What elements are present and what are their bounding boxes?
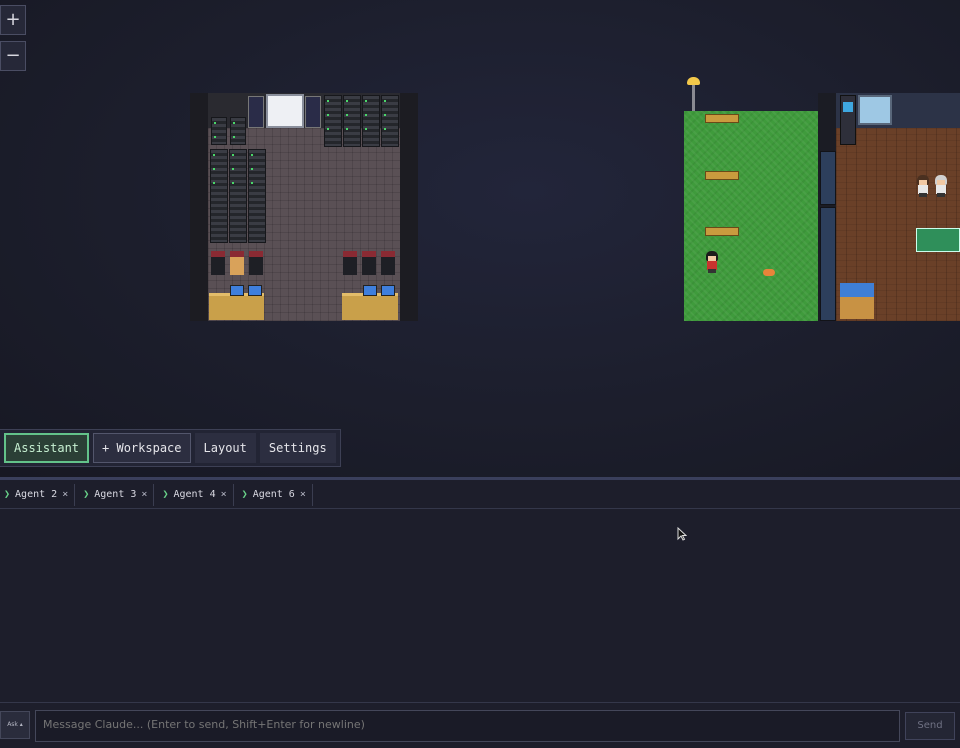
chevron-right-icon: ❯ bbox=[241, 489, 248, 500]
code-poster bbox=[248, 96, 264, 128]
office-chair bbox=[249, 251, 263, 275]
computer-monitor bbox=[248, 285, 262, 296]
agent-character[interactable] bbox=[230, 251, 244, 275]
tab-assistant[interactable]: Assistant bbox=[4, 433, 90, 463]
send-button[interactable]: Send bbox=[905, 712, 955, 740]
mode-selector[interactable]: Ask ▴ bbox=[0, 711, 30, 739]
office-map-canvas[interactable]: + − bbox=[0, 0, 960, 477]
server-rack bbox=[324, 95, 342, 147]
window bbox=[858, 95, 892, 125]
view-toolbar: Assistant + Workspace Layout Settings bbox=[0, 429, 341, 467]
file-cabinet bbox=[230, 117, 246, 145]
ping-pong-table bbox=[916, 228, 960, 252]
close-icon[interactable]: × bbox=[141, 484, 147, 506]
tab-layout[interactable]: Layout bbox=[194, 433, 256, 463]
bench bbox=[705, 227, 739, 236]
agent-character[interactable] bbox=[916, 175, 930, 197]
agent-tab-strip: ❯ Agent 2 × ❯ Agent 3 × ❯ Agent 4 × ❯ Ag… bbox=[0, 484, 960, 509]
server-rack bbox=[229, 149, 247, 243]
message-input[interactable] bbox=[35, 710, 900, 742]
office-chair bbox=[343, 251, 357, 275]
server-rack bbox=[381, 95, 399, 147]
server-room bbox=[190, 93, 418, 321]
agent-tab-label: Agent 4 bbox=[173, 489, 216, 500]
office-chair bbox=[211, 251, 225, 275]
chevron-right-icon: ❯ bbox=[4, 489, 11, 500]
cat[interactable] bbox=[763, 269, 775, 276]
file-cabinet bbox=[211, 117, 227, 145]
office-chair bbox=[362, 251, 376, 275]
lamp-light bbox=[687, 77, 700, 85]
mouse-cursor-icon bbox=[677, 527, 687, 541]
computer-monitor bbox=[381, 285, 395, 296]
agent-tab[interactable]: ❯ Agent 4 × bbox=[154, 484, 234, 506]
zoom-out-button[interactable]: − bbox=[0, 41, 26, 71]
garden-area bbox=[684, 111, 818, 321]
chevron-right-icon: ❯ bbox=[162, 489, 169, 500]
wall-left bbox=[190, 93, 208, 321]
close-icon[interactable]: × bbox=[300, 484, 306, 506]
agent-tab[interactable]: ❯ Agent 2 × bbox=[0, 484, 76, 506]
tab-settings[interactable]: Settings bbox=[259, 433, 336, 463]
computer-monitor bbox=[363, 285, 377, 296]
computer-monitor bbox=[230, 285, 244, 296]
wall-right bbox=[400, 93, 418, 321]
chevron-right-icon: ❯ bbox=[83, 489, 90, 500]
server-rack bbox=[210, 149, 228, 243]
close-icon[interactable]: × bbox=[62, 484, 68, 506]
bench bbox=[705, 114, 739, 123]
chat-panel: ❯ Agent 2 × ❯ Agent 3 × ❯ Agent 4 × ❯ Ag… bbox=[0, 477, 960, 744]
agent-character[interactable] bbox=[934, 175, 948, 197]
message-composer: Ask ▴ Send bbox=[0, 702, 960, 748]
server-rack bbox=[343, 95, 361, 147]
agent-tab-label: Agent 2 bbox=[15, 489, 58, 500]
code-poster bbox=[305, 96, 321, 128]
agent-tab[interactable]: ❯ Agent 6 × bbox=[234, 484, 313, 506]
bench bbox=[705, 171, 739, 180]
door bbox=[820, 207, 836, 321]
server-rack bbox=[248, 149, 266, 243]
agent-character[interactable] bbox=[705, 251, 719, 273]
server-rack bbox=[362, 95, 380, 147]
agent-tab-label: Agent 3 bbox=[94, 489, 137, 500]
tab-workspace[interactable]: + Workspace bbox=[93, 433, 191, 463]
arcade-machine bbox=[840, 95, 856, 145]
whiteboard bbox=[266, 94, 304, 128]
zoom-in-button[interactable]: + bbox=[0, 5, 26, 35]
agent-tab[interactable]: ❯ Agent 3 × bbox=[75, 484, 155, 506]
door bbox=[820, 151, 836, 205]
desk bbox=[209, 293, 264, 320]
desk bbox=[342, 293, 398, 320]
office-chair bbox=[381, 251, 395, 275]
lounge-room bbox=[818, 93, 960, 321]
agent-tab-label: Agent 6 bbox=[252, 489, 295, 500]
close-icon[interactable]: × bbox=[221, 484, 227, 506]
aquarium bbox=[840, 283, 874, 319]
